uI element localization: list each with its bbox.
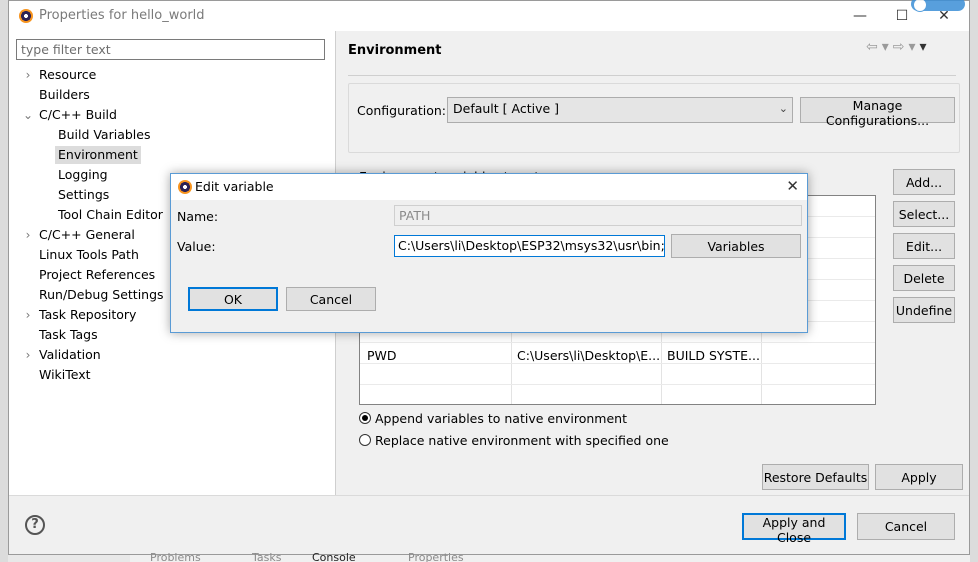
background-tab-problems: Problems <box>150 551 201 562</box>
add-button[interactable]: Add... <box>893 169 955 195</box>
manage-configurations-button[interactable]: Manage Configurations... <box>800 97 955 128</box>
replace-option[interactable]: Replace native environment with specifie… <box>359 433 669 448</box>
help-icon[interactable]: ? <box>25 515 45 535</box>
tree-item-wikitext[interactable]: WikiText <box>36 366 94 384</box>
dialog-title: Edit variable <box>195 179 274 194</box>
tree-item-builders[interactable]: Builders <box>36 86 93 104</box>
tree-item-environment[interactable]: Environment <box>55 146 141 164</box>
minimize-button[interactable]: — <box>845 5 875 27</box>
value-label: Value: <box>177 239 216 254</box>
tree-item-task-repository[interactable]: Task Repository <box>36 306 139 324</box>
name-label: Name: <box>177 209 219 224</box>
background-tab-properties: Properties <box>408 551 464 562</box>
tree-item-build-variables[interactable]: Build Variables <box>55 126 153 144</box>
eclipse-icon <box>178 180 192 194</box>
configuration-label: Configuration: <box>357 103 446 118</box>
window-title: Properties for hello_world <box>39 8 205 23</box>
row-origin: BUILD SYSTE... <box>667 348 759 363</box>
delete-button[interactable]: Delete <box>893 265 955 291</box>
header-divider <box>348 75 956 76</box>
radio-selected-icon[interactable] <box>359 412 371 424</box>
undefine-button[interactable]: Undefine <box>893 297 955 323</box>
tree-item-cpp-general[interactable]: C/C++ General <box>36 226 138 244</box>
tree-item-tool-chain-editor[interactable]: Tool Chain Editor <box>55 206 166 224</box>
edit-variable-dialog: Edit variable ✕ Name: PATH Value: C:\Use… <box>170 173 808 333</box>
append-option-label: Append variables to native environment <box>375 411 628 426</box>
tree-item-linux-tools-path[interactable]: Linux Tools Path <box>36 246 142 264</box>
filter-input[interactable] <box>16 39 325 60</box>
chevron-down-icon: ⌄ <box>778 102 788 115</box>
row-value: C:\Users\li\Desktop\E... <box>517 348 659 363</box>
tree-item-project-references[interactable]: Project References <box>36 266 158 284</box>
radio-unselected-icon[interactable] <box>359 434 371 446</box>
background-edge-right <box>970 0 978 562</box>
tree-item-logging[interactable]: Logging <box>55 166 111 184</box>
cancel-button[interactable]: Cancel <box>857 513 955 540</box>
configuration-select[interactable]: Default [ Active ] ⌄ <box>447 97 793 123</box>
table-row[interactable]: PWD C:\Users\li\Desktop\E... BUILD SYSTE… <box>360 344 760 366</box>
eclipse-icon <box>19 9 33 23</box>
tree-item-validation[interactable]: Validation <box>36 346 104 364</box>
tree-item-settings[interactable]: Settings <box>55 186 112 204</box>
apply-button[interactable]: Apply <box>875 464 963 490</box>
page-title: Environment <box>348 43 442 58</box>
chevron-down-icon[interactable]: ⌄ <box>21 105 35 125</box>
value-field[interactable]: C:\Users\li\Desktop\ESP32\msys32\usr\bin… <box>394 235 665 257</box>
edit-button[interactable]: Edit... <box>893 233 955 259</box>
configuration-value: Default [ Active ] <box>453 101 560 116</box>
configuration-group: Configuration: Default [ Active ] ⌄ Mana… <box>348 83 960 153</box>
dialog-cancel-button[interactable]: Cancel <box>286 287 376 311</box>
tree-item-cpp-build[interactable]: C/C++ Build <box>36 106 120 124</box>
append-option[interactable]: Append variables to native environment <box>359 411 627 426</box>
chevron-right-icon[interactable]: › <box>21 345 35 365</box>
tree-item-task-tags[interactable]: Task Tags <box>36 326 101 344</box>
apply-and-close-button[interactable]: Apply and Close <box>742 513 846 545</box>
name-field: PATH <box>394 205 802 226</box>
restore-defaults-button[interactable]: Restore Defaults <box>762 464 869 490</box>
chevron-right-icon[interactable]: › <box>21 225 35 245</box>
background-edge-left <box>0 0 8 562</box>
variables-button[interactable]: Variables <box>671 234 801 258</box>
background-tab-console: Console <box>312 551 356 562</box>
tree-item-run-debug-settings[interactable]: Run/Debug Settings <box>36 286 167 304</box>
footer-divider <box>9 495 969 496</box>
chevron-right-icon[interactable]: › <box>21 305 35 325</box>
toggle-icon <box>911 0 965 12</box>
row-name: PWD <box>367 348 397 363</box>
tree-item-resource[interactable]: Resource <box>36 66 99 84</box>
replace-option-label: Replace native environment with specifie… <box>375 433 669 448</box>
chevron-right-icon[interactable]: › <box>21 65 35 85</box>
history-nav-icon[interactable]: ⇦▾⇨▾▾ <box>866 39 931 55</box>
title-bar: Properties for hello_world — ☐ ✕ <box>9 0 969 31</box>
select-button[interactable]: Select... <box>893 201 955 227</box>
dialog-title-bar: Edit variable ✕ <box>171 174 807 200</box>
background-tab-tasks: Tasks <box>252 551 282 562</box>
close-icon[interactable]: ✕ <box>786 177 799 195</box>
ok-button[interactable]: OK <box>188 287 278 311</box>
